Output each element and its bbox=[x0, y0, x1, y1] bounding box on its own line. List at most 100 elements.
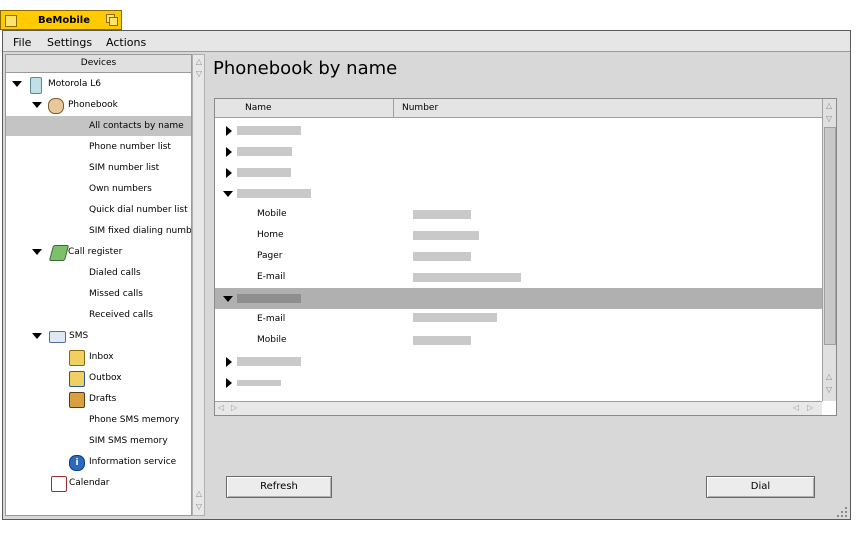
expand-triangle-icon[interactable] bbox=[226, 378, 232, 388]
detail-row[interactable]: E-mail bbox=[215, 309, 822, 330]
expand-triangle-icon[interactable] bbox=[226, 168, 232, 178]
detail-row[interactable]: Pager bbox=[215, 246, 822, 267]
table-vertical-scrollbar[interactable]: △ ▽ △ ▽ bbox=[822, 99, 836, 401]
devices-header: Devices bbox=[6, 55, 191, 73]
scroll-down-arrow-icon[interactable]: ▽ bbox=[194, 68, 204, 80]
table-row[interactable] bbox=[215, 120, 822, 141]
outbox-icon bbox=[69, 371, 85, 387]
tree-label: Drafts bbox=[89, 394, 117, 404]
detail-row[interactable]: E-mail bbox=[215, 267, 822, 288]
dial-button[interactable]: Dial bbox=[706, 476, 815, 498]
tree-phonebook[interactable]: Phonebook bbox=[6, 95, 191, 115]
tree-item-sim-fixed-dialing[interactable]: SIM fixed dialing number bbox=[6, 221, 191, 241]
menu-settings[interactable]: Settings bbox=[47, 36, 92, 49]
expand-triangle-icon[interactable] bbox=[12, 81, 22, 87]
devices-tree: Devices Motorola L6 Phonebook All contac… bbox=[5, 54, 192, 516]
menu-file[interactable]: File bbox=[13, 36, 31, 49]
tree-item-sim-number-list[interactable]: SIM number list bbox=[6, 158, 191, 178]
tree-label: Motorola L6 bbox=[48, 79, 101, 89]
tree-label: Dialed calls bbox=[89, 268, 141, 278]
blurred-email bbox=[413, 313, 497, 322]
table-row[interactable] bbox=[215, 162, 822, 183]
tree-item-sim-sms-memory[interactable]: SIM SMS memory bbox=[6, 431, 191, 451]
zoom-box-icon[interactable] bbox=[106, 14, 118, 26]
inbox-icon bbox=[69, 350, 85, 366]
blurred-name bbox=[237, 168, 291, 177]
menu-bar: File Settings Actions bbox=[3, 31, 850, 52]
window-title: BeMobile bbox=[38, 15, 91, 26]
tree-device[interactable]: Motorola L6 bbox=[6, 74, 191, 94]
resize-grip-icon[interactable] bbox=[835, 505, 849, 519]
tree-call-register[interactable]: Call register bbox=[6, 242, 191, 262]
table-row-selected[interactable] bbox=[215, 288, 822, 309]
collapse-triangle-icon[interactable] bbox=[223, 191, 233, 197]
contacts-table: Name Number Mobile Home Pager E-mail E-m… bbox=[214, 98, 837, 416]
detail-row[interactable]: Mobile bbox=[215, 330, 822, 351]
refresh-button[interactable]: Refresh bbox=[226, 476, 332, 498]
collapse-triangle-icon[interactable] bbox=[223, 296, 233, 302]
scroll-up-arrow-icon[interactable]: △ bbox=[824, 100, 834, 112]
tree-item-missed-calls[interactable]: Missed calls bbox=[6, 284, 191, 304]
detail-label: Pager bbox=[257, 251, 283, 261]
envelope-icon bbox=[49, 331, 66, 343]
tree-item-drafts[interactable]: Drafts bbox=[6, 389, 191, 409]
tree-calendar[interactable]: Calendar bbox=[6, 473, 191, 493]
tree-item-own-numbers[interactable]: Own numbers bbox=[6, 179, 191, 199]
scroll-down-arrow-icon[interactable]: ▽ bbox=[194, 501, 204, 513]
table-row[interactable] bbox=[215, 141, 822, 162]
sidebar-scrollbar[interactable]: △ ▽ △ ▽ bbox=[192, 54, 205, 516]
expand-triangle-icon[interactable] bbox=[226, 126, 232, 136]
scroll-up-arrow-icon[interactable]: △ bbox=[194, 488, 204, 500]
blurred-number bbox=[413, 336, 471, 345]
expand-triangle-icon[interactable] bbox=[32, 333, 42, 339]
scroll-left-arrow-icon[interactable]: ◁ bbox=[218, 403, 224, 412]
table-row[interactable] bbox=[215, 372, 822, 393]
table-row[interactable] bbox=[215, 183, 822, 204]
expand-triangle-icon[interactable] bbox=[226, 357, 232, 367]
detail-row[interactable]: Home bbox=[215, 225, 822, 246]
blurred-name bbox=[237, 294, 301, 303]
tree-item-information-service[interactable]: i Information service bbox=[6, 452, 191, 472]
scroll-down-arrow-icon[interactable]: ▽ bbox=[824, 113, 834, 125]
tree-item-quick-dial[interactable]: Quick dial number list bbox=[6, 200, 191, 220]
tree-item-dialed-calls[interactable]: Dialed calls bbox=[6, 263, 191, 283]
tree-label: Own numbers bbox=[89, 184, 152, 194]
detail-label: E-mail bbox=[257, 272, 286, 282]
table-row[interactable] bbox=[215, 351, 822, 372]
scroll-right-arrow-icon[interactable]: ▷ bbox=[807, 403, 813, 412]
blurred-name bbox=[237, 357, 301, 366]
tree-item-inbox[interactable]: Inbox bbox=[6, 347, 191, 367]
window-tab[interactable]: BeMobile bbox=[0, 10, 122, 30]
blurred-name bbox=[237, 126, 301, 135]
tree-sms[interactable]: SMS bbox=[6, 326, 191, 346]
tree-label: All contacts by name bbox=[89, 121, 184, 131]
blurred-number bbox=[413, 210, 471, 219]
blurred-name bbox=[237, 147, 292, 156]
tree-item-outbox[interactable]: Outbox bbox=[6, 368, 191, 388]
scroll-down-arrow-icon[interactable]: ▽ bbox=[824, 384, 834, 396]
tree-label: SMS bbox=[69, 331, 89, 341]
scroll-left-arrow-icon[interactable]: ◁ bbox=[793, 403, 799, 412]
column-header-number[interactable]: Number bbox=[394, 99, 822, 117]
scroll-thumb[interactable] bbox=[824, 127, 836, 345]
scroll-up-arrow-icon[interactable]: △ bbox=[824, 371, 834, 383]
tree-label: Call register bbox=[68, 247, 123, 257]
tree-item-phone-sms-memory[interactable]: Phone SMS memory bbox=[6, 410, 191, 430]
scroll-up-arrow-icon[interactable]: △ bbox=[194, 56, 204, 68]
menu-actions[interactable]: Actions bbox=[106, 36, 146, 49]
column-header-name[interactable]: Name bbox=[237, 99, 394, 117]
expand-triangle-icon[interactable] bbox=[32, 249, 42, 255]
tree-label: Phonebook bbox=[68, 100, 118, 110]
expand-triangle-icon[interactable] bbox=[32, 102, 42, 108]
expand-triangle-icon[interactable] bbox=[226, 147, 232, 157]
detail-label: E-mail bbox=[257, 314, 286, 324]
close-box-icon[interactable] bbox=[5, 15, 17, 27]
scroll-right-arrow-icon[interactable]: ▷ bbox=[231, 403, 237, 412]
tree-item-all-contacts[interactable]: All contacts by name bbox=[6, 116, 191, 136]
table-horizontal-scrollbar[interactable]: ◁ ▷ ◁ ▷ bbox=[215, 401, 822, 415]
tree-label: Missed calls bbox=[89, 289, 143, 299]
tree-label: SIM SMS memory bbox=[89, 436, 168, 446]
tree-item-phone-number-list[interactable]: Phone number list bbox=[6, 137, 191, 157]
detail-row[interactable]: Mobile bbox=[215, 204, 822, 225]
tree-item-received-calls[interactable]: Received calls bbox=[6, 305, 191, 325]
